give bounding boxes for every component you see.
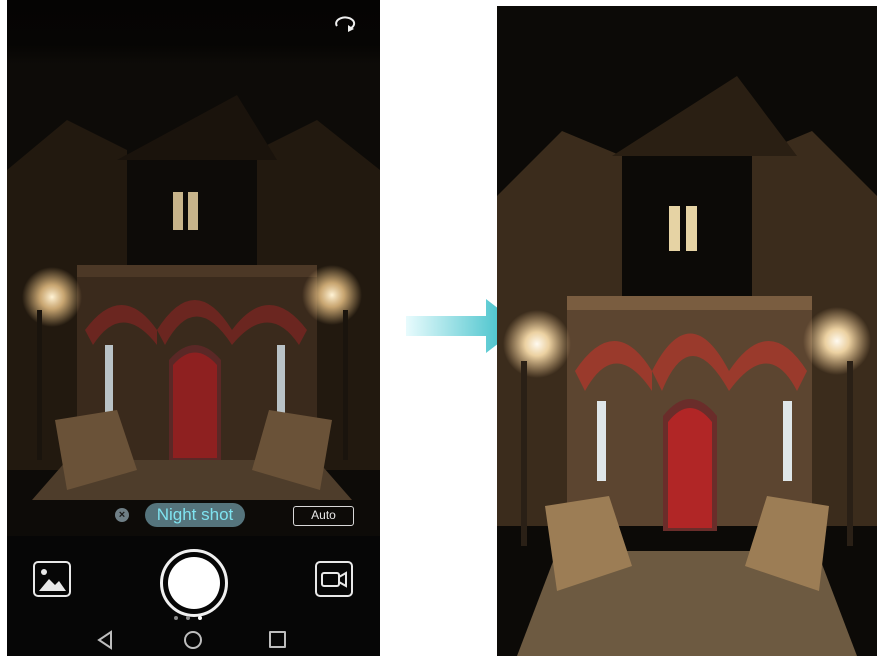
night-shot-result-photo	[497, 6, 877, 656]
mode-bar: × Night shot Auto	[7, 502, 380, 528]
page-dot	[174, 616, 178, 620]
gallery-glyph	[39, 569, 66, 591]
video-camera-icon[interactable]	[315, 561, 353, 597]
close-icon[interactable]: ×	[115, 508, 129, 522]
gallery-icon[interactable]	[33, 561, 71, 597]
switch-camera-icon[interactable]	[332, 14, 358, 34]
video-glyph	[321, 571, 347, 588]
shutter-icon	[168, 557, 220, 609]
night-shot-mode-label[interactable]: Night shot	[145, 503, 245, 527]
page-dot-active	[198, 616, 202, 620]
auto-button[interactable]: Auto	[293, 506, 354, 526]
camera-screen: × Night shot Auto	[7, 0, 380, 656]
camera-top-bar	[7, 0, 380, 64]
result-image	[497, 6, 877, 656]
mode-page-indicator	[174, 616, 214, 622]
shutter-button[interactable]	[160, 549, 228, 617]
back-icon[interactable]	[95, 630, 115, 650]
camera-controls	[7, 536, 380, 656]
page-dot	[186, 616, 190, 620]
system-navbar	[7, 626, 380, 656]
recent-apps-icon[interactable]	[269, 631, 286, 648]
home-icon[interactable]	[183, 630, 203, 650]
